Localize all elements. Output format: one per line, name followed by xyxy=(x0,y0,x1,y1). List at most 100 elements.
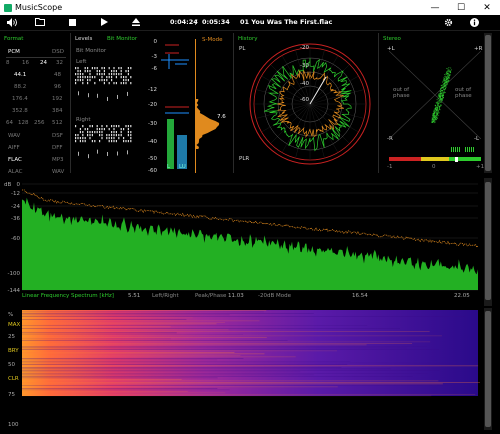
spectrum-tick-label: -144 xyxy=(8,288,21,294)
format-codec-dsf: DSF xyxy=(52,133,63,139)
spectrum-tick-label: -100 xyxy=(8,271,21,277)
spectrum-tick-label: -60 xyxy=(11,236,20,242)
meter-label-l: L xyxy=(167,164,171,170)
format-dsd-256: 256 xyxy=(34,120,45,126)
format-codec-aiff: AIFF xyxy=(8,145,20,151)
format-codec-mp3: MP3 xyxy=(52,157,64,163)
level-scale-label: -60 xyxy=(148,168,157,174)
play-icon[interactable] xyxy=(98,16,110,28)
spectrogram-tick-label: 50 xyxy=(8,362,15,368)
top-scrollbar[interactable] xyxy=(484,33,492,173)
spectrum-footer-item[interactable]: Peak/Phase xyxy=(195,293,226,299)
time-separator: / xyxy=(195,18,198,26)
level-bar-l xyxy=(167,119,174,169)
right-label: Right xyxy=(76,117,91,123)
top-scroll-thumb[interactable] xyxy=(485,35,491,171)
stereo-panel: Stereo +L +R -R -L out of phase out of p… xyxy=(379,33,489,173)
spectrum-footer-item[interactable]: 22.05 xyxy=(454,293,470,299)
history-radar xyxy=(249,43,371,165)
spectrogram-scrollbar[interactable] xyxy=(484,308,492,430)
format-rate-384: 384 xyxy=(52,108,63,114)
spectrogram-tick-label: MAX xyxy=(8,322,21,328)
toolbar: 0:04:24 / 0:05:34 01 You Was The First.f… xyxy=(0,15,500,31)
bit-monitor-right xyxy=(75,125,132,159)
level-scale-label: -40 xyxy=(148,139,157,145)
history-ring-label: -60 xyxy=(300,97,309,103)
stereo-scope xyxy=(389,51,481,139)
spectrum-tick-label: -36 xyxy=(11,216,20,222)
format-pcm: PCM xyxy=(8,49,20,55)
corr-zero: 0 xyxy=(432,164,436,170)
level-scale-label: 0 xyxy=(153,39,158,45)
history-ring-label: -40 xyxy=(300,81,309,87)
format-codec-wav: WAV xyxy=(8,133,21,139)
level-scale-label: -30 xyxy=(148,121,157,127)
history-pl-label: PL xyxy=(239,46,246,52)
format-codec-dff: DFF xyxy=(52,145,63,151)
spectrum-unit-label: dB xyxy=(4,182,11,188)
spectrogram: % MAX 25 BRY 50 CLR 75 100 xyxy=(8,310,480,428)
level-scale-label: -20 xyxy=(148,102,157,108)
spectrogram-tick-label: % xyxy=(8,312,13,318)
folder-icon[interactable] xyxy=(34,16,46,28)
corr-plus: +1 xyxy=(476,164,485,170)
eject-icon[interactable] xyxy=(130,16,142,28)
spectrum-footer-item[interactable]: 5.51 xyxy=(128,293,140,299)
bit-monitor-tab[interactable]: Bit Monitor xyxy=(107,36,137,42)
format-codec-flac: FLAC xyxy=(8,157,22,163)
maximize-button[interactable]: ☐ xyxy=(448,3,474,13)
spectrum-footer-item[interactable]: 11.03 xyxy=(228,293,244,299)
spectrum-tick-label: 0 xyxy=(17,182,21,188)
time-total: 0:05:34 xyxy=(202,18,230,26)
format-bits-24: 24 xyxy=(40,60,47,66)
minimize-button[interactable]: — xyxy=(422,3,448,13)
spectrogram-tick-label: CLR xyxy=(8,376,19,382)
spectrogram-image xyxy=(22,310,478,396)
format-codec-wav2: WAV xyxy=(52,169,65,175)
bit-monitor-left xyxy=(75,67,132,101)
spectrogram-tick-label: BRY xyxy=(8,348,19,354)
spectrum-scroll-thumb[interactable] xyxy=(485,182,491,300)
spectrogram-tick-label: 100 xyxy=(8,422,19,428)
spectrum-footer-item[interactable]: -20dB Mode xyxy=(258,293,291,299)
format-dsd-512: 512 xyxy=(52,120,63,126)
levels-panel: Levels Bit Monitor Bit Monitor Left Righ… xyxy=(71,33,234,174)
format-codec-alac: ALAC xyxy=(8,169,23,175)
format-bits-16: 16 xyxy=(22,60,29,66)
spectrogram-tick-label: 25 xyxy=(8,334,15,340)
correlation-bar xyxy=(389,157,481,162)
level-scale-label: -6 xyxy=(151,66,157,72)
format-rate-48: 48 xyxy=(54,72,61,78)
format-rate-352: 352.8 xyxy=(12,108,28,114)
level-scale-label: -3 xyxy=(151,54,157,60)
level-scale-label: -12 xyxy=(148,87,157,93)
spectrum-footer-item[interactable]: Left/Right xyxy=(152,293,179,299)
settings-gear-icon[interactable] xyxy=(442,16,454,28)
spectrum-footer-item[interactable]: 16.54 xyxy=(352,293,368,299)
frequency-spectrum: dB 0 -12 -24 -36 -60 -100 -144 xyxy=(4,182,479,294)
close-button[interactable]: ✕ xyxy=(474,3,500,13)
spectrum-tick-label: -24 xyxy=(11,204,20,210)
level-meter xyxy=(161,39,220,173)
info-icon[interactable] xyxy=(468,16,480,28)
app-icon xyxy=(4,3,12,12)
spectrum-scrollbar[interactable] xyxy=(484,178,492,306)
history-panel: History PL PLR -20 -30 -40 -60 xyxy=(234,33,379,173)
spectrogram-scroll-thumb[interactable] xyxy=(485,311,491,427)
format-title: Format xyxy=(4,36,24,42)
format-rate-176: 176.4 xyxy=(12,96,28,102)
volume-icon[interactable] xyxy=(6,16,18,28)
format-rate-96: 96 xyxy=(54,84,61,90)
format-panel: Format PCM DSD 8 16 24 32 44.1 48 88.2 9… xyxy=(0,33,71,175)
format-bits-8: 8 xyxy=(6,60,10,66)
track-name: 01 You Was The First.flac xyxy=(240,18,333,26)
stop-icon[interactable] xyxy=(66,16,78,28)
time-elapsed: 0:04:24 xyxy=(170,18,198,26)
window-title: MusicScope xyxy=(15,3,63,12)
spectrogram-tick-label: 75 xyxy=(8,392,15,398)
levels-title: Levels xyxy=(75,36,93,42)
title-bar: MusicScope — ☐ ✕ xyxy=(0,0,500,15)
history-ring-label: -30 xyxy=(300,63,309,69)
format-rate-88: 88.2 xyxy=(14,84,27,90)
left-label: Left xyxy=(76,59,87,65)
